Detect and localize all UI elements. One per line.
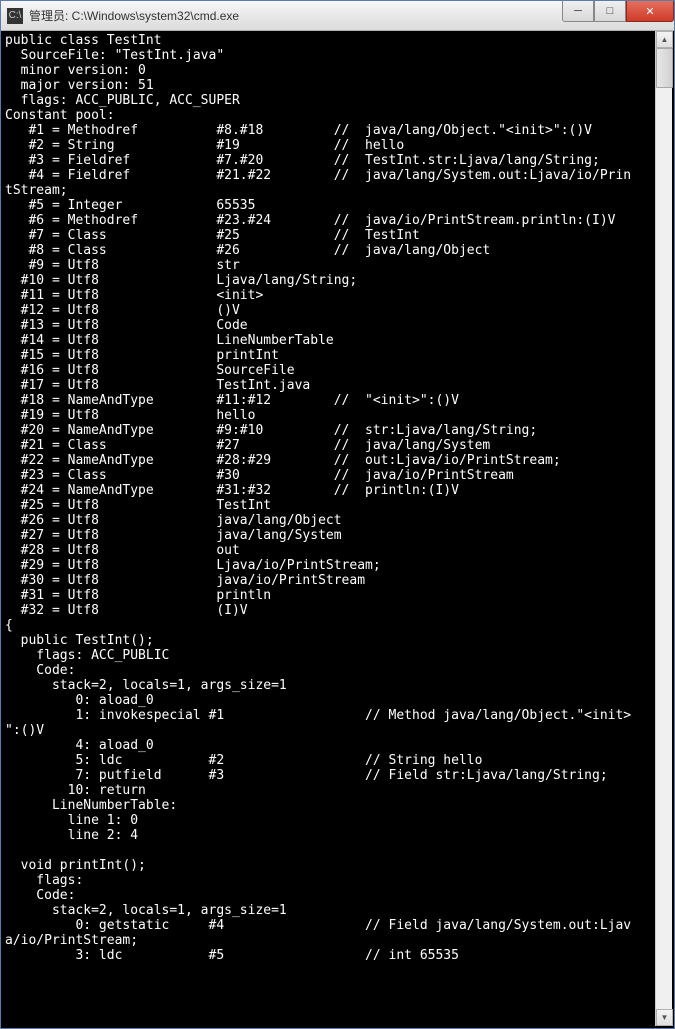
window-title: 管理员: C:\Windows\system32\cmd.exe (29, 7, 239, 24)
maximize-button[interactable]: □ (594, 1, 626, 22)
console-area[interactable]: public class TestInt SourceFile: "TestIn… (3, 31, 672, 1026)
scroll-up-arrow-icon[interactable]: ▲ (656, 31, 673, 48)
cmd-icon: C:\ (7, 8, 23, 24)
window-controls: ─ □ ✕ (562, 1, 674, 22)
minimize-button[interactable]: ─ (562, 1, 594, 22)
scroll-thumb[interactable] (656, 48, 673, 88)
titlebar[interactable]: C:\ 管理员: C:\Windows\system32\cmd.exe ─ □… (1, 1, 674, 31)
close-button[interactable]: ✕ (626, 1, 674, 22)
vertical-scrollbar[interactable]: ▲ ▼ (655, 31, 672, 1026)
cmd-window: C:\ 管理员: C:\Windows\system32\cmd.exe ─ □… (0, 0, 675, 1029)
scroll-down-arrow-icon[interactable]: ▼ (656, 1009, 673, 1026)
console-output: public class TestInt SourceFile: "TestIn… (5, 33, 670, 963)
